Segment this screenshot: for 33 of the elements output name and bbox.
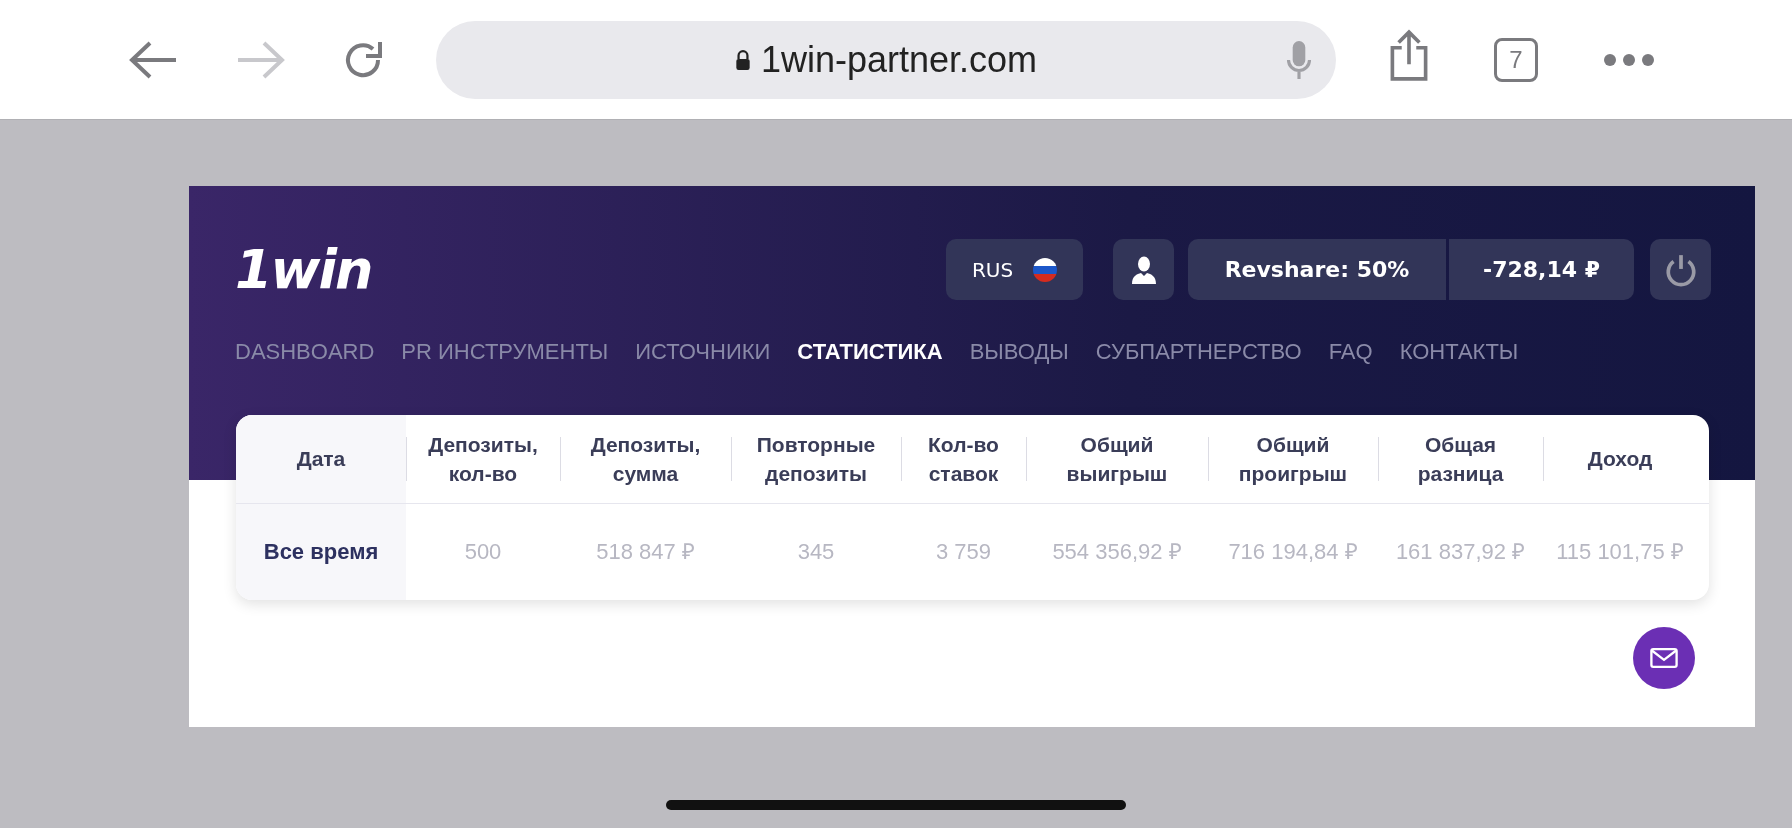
table-cell-text: 716 194,84 ₽	[1228, 538, 1358, 567]
address-bar[interactable]: 1win-partner.com	[436, 20, 1336, 99]
table-cell-text: 3 759	[935, 538, 992, 567]
column-header: Общий проигрыш	[1237, 431, 1349, 487]
table-cell-text: 115 101,75 ₽	[1556, 538, 1684, 567]
nav-link[interactable]: FAQ	[1328, 339, 1373, 365]
column-header: Депозиты, сумма	[589, 431, 702, 487]
column-header: Кол-во ставок	[927, 431, 1000, 487]
column-header: Доход	[1587, 446, 1653, 473]
column-header: Дата	[296, 446, 346, 473]
url-text: 1win-partner.com	[760, 38, 1038, 81]
nav-link[interactable]: ВЫВОДЫ	[969, 339, 1069, 365]
table-cell-text: 345	[797, 538, 835, 567]
table-cell-text: 554 356,92 ₽	[1052, 538, 1182, 567]
nav-link[interactable]: ИСТОЧНИКИ	[635, 339, 771, 365]
language-button[interactable]: RUS	[946, 239, 1083, 300]
nav-link[interactable]: PR ИНСТРУМЕНТЫ	[401, 339, 609, 365]
table-cell-text: 518 847 ₽	[596, 538, 695, 567]
column-header: Депозиты, кол-во	[427, 431, 539, 487]
revshare-label: Revshare: 50%	[1188, 239, 1446, 300]
column-header: Повторные депозиты	[755, 431, 877, 487]
balance-amount: -728,14 ₽	[1449, 239, 1634, 300]
column-header: Общий выигрыш	[1065, 431, 1169, 487]
table-cell-text: 161 837,92 ₽	[1395, 538, 1526, 567]
logo[interactable]: 1win	[235, 238, 372, 301]
nav-link[interactable]: СУБПАРТНЕРСТВО	[1095, 339, 1302, 365]
tabs-count-button[interactable]: 7	[1494, 37, 1538, 82]
nav-link[interactable]: СТАТИСТИКА	[797, 339, 943, 365]
column-header: Общая разница	[1416, 431, 1505, 487]
table-cell: Все время	[263, 539, 379, 565]
nav-link[interactable]: DASHBOARD	[235, 339, 375, 365]
nav-link[interactable]: КОНТАКТЫ	[1399, 339, 1519, 365]
table-cell-text: 500	[464, 538, 502, 567]
